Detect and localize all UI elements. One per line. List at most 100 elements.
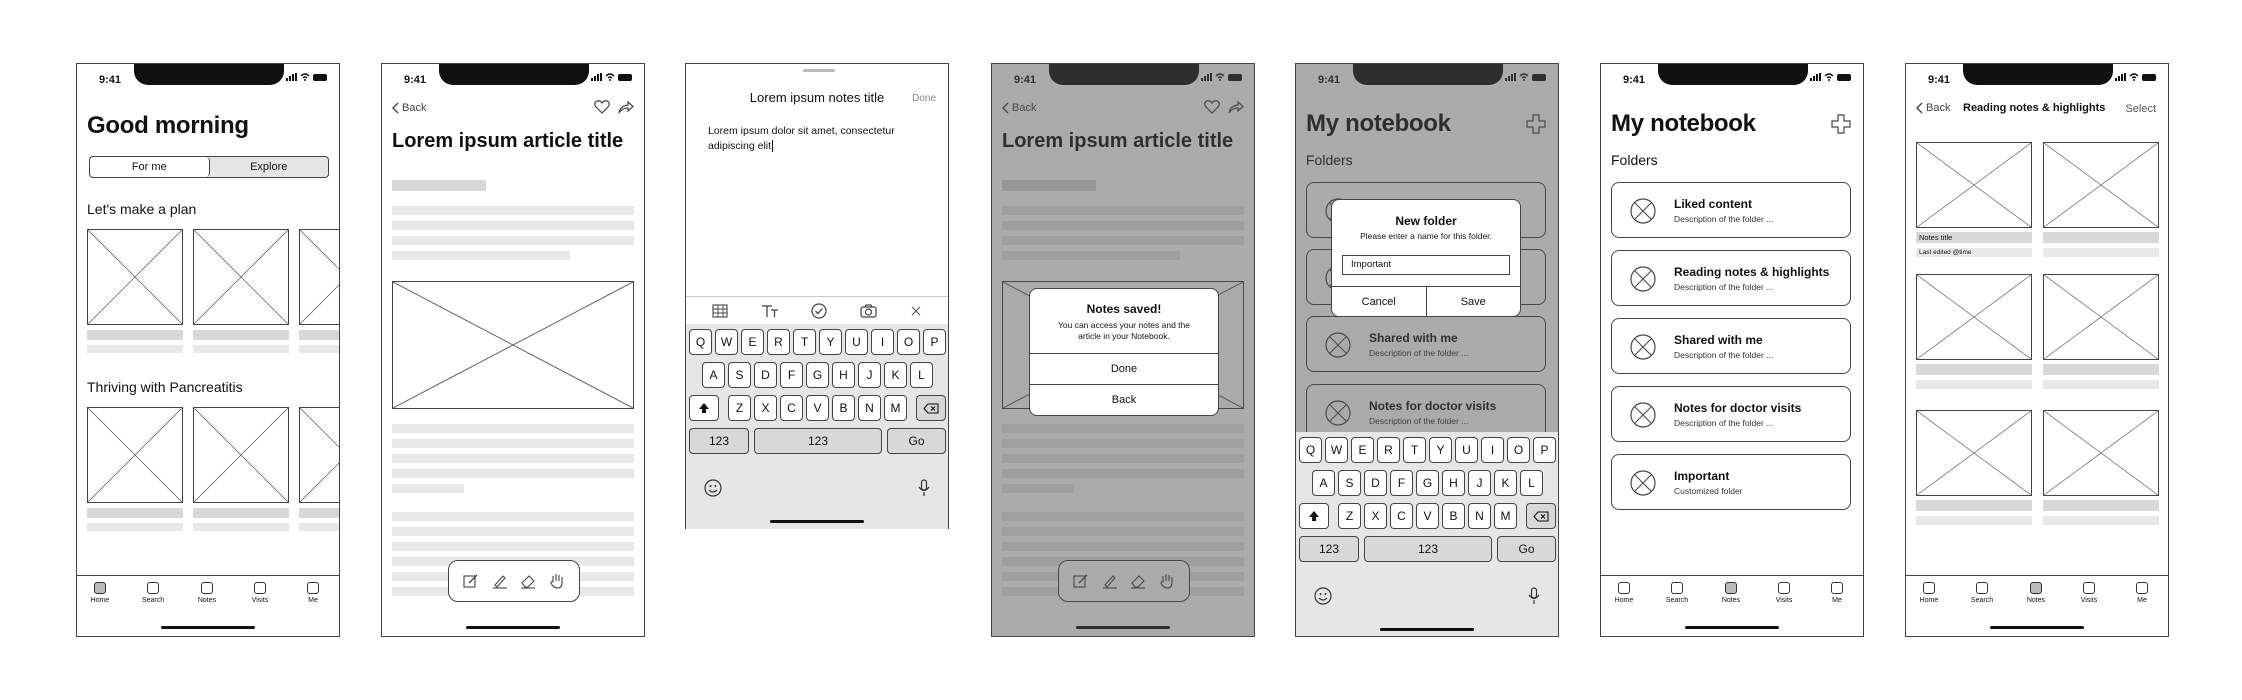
key[interactable]: K — [1494, 470, 1517, 496]
key[interactable]: S — [1338, 470, 1361, 496]
folder-shared-with-me[interactable]: Shared with me Description of the folder … — [1611, 318, 1851, 374]
go-key[interactable]: Go — [887, 428, 946, 454]
key[interactable]: S — [728, 362, 751, 388]
card-image[interactable] — [87, 229, 183, 325]
shift-key[interactable] — [1299, 503, 1329, 529]
key[interactable]: A — [702, 362, 725, 388]
key[interactable]: P — [1533, 437, 1556, 463]
note-card-image[interactable] — [2043, 410, 2159, 496]
note-card-image[interactable] — [2043, 274, 2159, 360]
key[interactable]: T — [1403, 437, 1426, 463]
save-button[interactable]: Save — [1427, 287, 1521, 316]
select-button[interactable]: Select — [2125, 103, 2156, 115]
key[interactable]: Y — [819, 329, 842, 355]
folder-doctor-visits[interactable]: Notes for doctor visits Description of th… — [1611, 386, 1851, 442]
key[interactable]: A — [1312, 470, 1335, 496]
done-button[interactable]: Done — [912, 93, 936, 104]
key[interactable]: V — [1416, 503, 1439, 529]
tab-visits[interactable]: Visits — [1764, 582, 1804, 604]
key[interactable]: C — [1390, 503, 1413, 529]
key[interactable]: Z — [728, 395, 751, 421]
key[interactable]: P — [923, 329, 946, 355]
key[interactable]: O — [897, 329, 920, 355]
key[interactable]: M — [884, 395, 907, 421]
tab-home[interactable]: Home — [80, 582, 120, 604]
note-card-image[interactable] — [2043, 142, 2159, 228]
microphone-icon[interactable] — [918, 479, 930, 497]
key[interactable]: G — [806, 362, 829, 388]
done-button[interactable]: Done — [1030, 353, 1218, 385]
table-icon[interactable] — [712, 304, 728, 318]
segment-for-me[interactable]: For me — [90, 157, 210, 177]
heart-icon[interactable] — [594, 100, 610, 114]
card-image[interactable] — [299, 407, 339, 503]
tab-me[interactable]: Me — [1817, 582, 1857, 604]
key[interactable]: L — [910, 362, 933, 388]
key[interactable]: Q — [689, 329, 712, 355]
camera-icon[interactable] — [860, 304, 877, 318]
hand-icon[interactable] — [549, 573, 565, 589]
note-card-image[interactable] — [1916, 142, 2032, 228]
key[interactable]: U — [845, 329, 868, 355]
key[interactable]: J — [858, 362, 881, 388]
card-image[interactable] — [193, 229, 289, 325]
cancel-button[interactable]: Cancel — [1332, 287, 1427, 316]
key[interactable]: T — [793, 329, 816, 355]
key[interactable]: D — [754, 362, 777, 388]
key[interactable]: O — [1507, 437, 1530, 463]
key[interactable]: D — [1364, 470, 1387, 496]
key[interactable]: K — [884, 362, 907, 388]
card-image[interactable] — [87, 407, 183, 503]
key[interactable]: E — [1351, 437, 1374, 463]
key[interactable]: W — [1325, 437, 1348, 463]
tab-visits[interactable]: Visits — [2069, 582, 2109, 604]
tab-home[interactable]: Home — [1604, 582, 1644, 604]
tab-me[interactable]: Me — [2122, 582, 2162, 604]
back-button[interactable]: Back — [1916, 102, 1950, 114]
tab-visits[interactable]: Visits — [240, 582, 280, 604]
emoji-icon[interactable] — [704, 479, 722, 497]
key[interactable]: H — [832, 362, 855, 388]
key[interactable]: U — [1455, 437, 1478, 463]
key[interactable]: F — [780, 362, 803, 388]
checklist-icon[interactable] — [811, 303, 828, 319]
tab-search[interactable]: Search — [133, 582, 173, 604]
key[interactable]: J — [1468, 470, 1491, 496]
key[interactable]: R — [1377, 437, 1400, 463]
key[interactable]: X — [1364, 503, 1387, 529]
card-image[interactable] — [299, 229, 339, 325]
highlighter-icon[interactable] — [492, 573, 508, 589]
numbers-key[interactable]: 123 — [689, 428, 749, 454]
key[interactable]: Y — [1429, 437, 1452, 463]
key[interactable]: E — [741, 329, 764, 355]
key[interactable]: I — [1481, 437, 1504, 463]
key[interactable]: X — [754, 395, 777, 421]
segment-explore[interactable]: Explore — [210, 157, 329, 177]
text-format-icon[interactable] — [761, 304, 779, 318]
close-icon[interactable] — [910, 305, 922, 317]
delete-key[interactable] — [916, 395, 946, 421]
key[interactable]: N — [858, 395, 881, 421]
key[interactable]: M — [1494, 503, 1517, 529]
key[interactable]: H — [1442, 470, 1465, 496]
key[interactable]: Q — [1299, 437, 1322, 463]
note-card-image[interactable] — [1916, 410, 2032, 496]
back-button[interactable]: Back — [392, 102, 426, 114]
tab-home[interactable]: Home — [1909, 582, 1949, 604]
space-key[interactable]: 123 — [1364, 536, 1492, 562]
eraser-icon[interactable] — [520, 573, 536, 589]
folder-name-input[interactable]: Important — [1342, 255, 1510, 275]
share-icon[interactable] — [618, 100, 634, 114]
tab-notes[interactable]: Notes — [1711, 582, 1751, 604]
tab-notes[interactable]: Notes — [187, 582, 227, 604]
tab-search[interactable]: Search — [1657, 582, 1697, 604]
back-button[interactable]: Back — [1030, 384, 1218, 415]
folder-important[interactable]: Important Customized folder — [1611, 454, 1851, 510]
key[interactable]: L — [1520, 470, 1543, 496]
edit-note-icon[interactable] — [463, 573, 479, 589]
emoji-icon[interactable] — [1314, 587, 1332, 605]
note-title[interactable]: Lorem ipsum notes title — [686, 90, 948, 105]
go-key[interactable]: Go — [1497, 536, 1556, 562]
key[interactable]: G — [1416, 470, 1439, 496]
space-key[interactable]: 123 — [754, 428, 882, 454]
